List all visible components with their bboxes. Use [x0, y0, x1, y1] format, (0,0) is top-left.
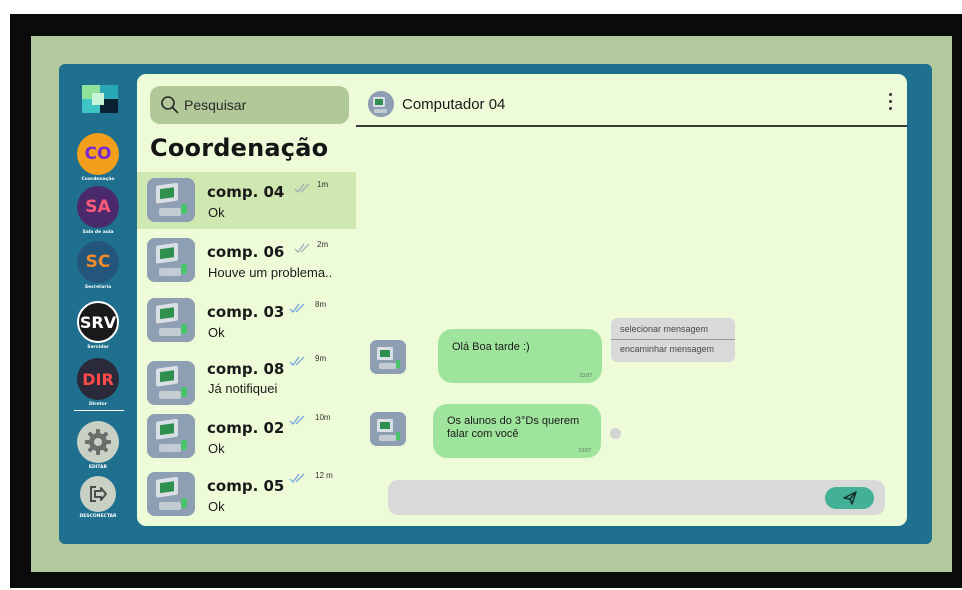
rail-avatar: DIR: [77, 358, 119, 400]
computer-avatar-icon: [370, 412, 406, 446]
double-check-icon: [289, 356, 305, 366]
computer-avatar-icon: [147, 472, 195, 516]
rail-item-coordenacao[interactable]: CO Coordenação: [66, 133, 130, 183]
gear-icon: [77, 421, 119, 463]
contact-item[interactable]: comp. 02 10m Ok: [137, 408, 356, 465]
chat-header: Computador 04: [356, 74, 907, 127]
edit-label: EDITAR: [88, 465, 108, 470]
logout-label: DESCONECTAR: [79, 514, 117, 519]
rail-item-servidor[interactable]: SRV Servidor: [66, 301, 130, 351]
computer-avatar-icon: [370, 340, 406, 374]
message-context-menu: selecionar mensagem encaminhar mensagem: [611, 318, 735, 362]
contact-last-message: Ok: [208, 325, 225, 340]
rail-item-diretor[interactable]: DIR Diretor: [66, 358, 130, 408]
contact-item[interactable]: comp. 04 1m Ok: [137, 172, 356, 229]
list-title: Coordenação: [150, 134, 329, 162]
logout-button[interactable]: DESCONECTAR: [66, 476, 130, 520]
contact-name: comp. 05: [207, 477, 285, 495]
double-check-icon: [289, 473, 305, 483]
double-check-icon: [294, 183, 310, 193]
contact-name: comp. 08: [207, 360, 285, 378]
message-text: Olá Boa tarde :): [452, 341, 530, 353]
contact-time: 8m: [315, 300, 327, 309]
computer-avatar-icon: [147, 361, 195, 405]
message-time: 13:07: [579, 373, 592, 379]
message-text: Os alunos do 3°Ds querem falar com você: [447, 415, 580, 440]
computer-avatar-icon: [368, 91, 394, 117]
contact-last-message: Ok: [208, 205, 225, 220]
contact-item[interactable]: comp. 06 2m Houve um problema..: [137, 232, 356, 289]
app-logo: [82, 85, 118, 113]
computer-avatar-icon: [147, 298, 195, 342]
rail-avatar: SRV: [77, 301, 119, 343]
send-icon: [842, 491, 857, 505]
contact-item[interactable]: comp. 03 8m Ok: [137, 292, 356, 349]
rail-avatar: SC: [77, 241, 119, 283]
contact-last-message: Ok: [208, 441, 225, 456]
contact-item[interactable]: comp. 05 12 m Ok: [137, 466, 356, 523]
rail-avatar: CO: [77, 133, 119, 175]
rail-divider: [74, 410, 124, 411]
contact-time: 9m: [315, 354, 327, 363]
menu-forward-message[interactable]: encaminhar mensagem: [620, 344, 714, 354]
send-button[interactable]: [825, 487, 874, 509]
kebab-menu-icon[interactable]: [885, 93, 895, 115]
rail-label: Diretor: [88, 402, 107, 407]
computer-avatar-icon: [147, 238, 195, 282]
contact-last-message: Houve um problema..: [208, 265, 333, 280]
contact-name: comp. 02: [207, 419, 285, 437]
rail-label: Sala de aula: [82, 230, 114, 235]
logout-icon: [80, 476, 116, 512]
computer-avatar-icon: [147, 178, 195, 222]
message-bubble[interactable]: Olá Boa tarde :) 13:07: [438, 329, 602, 383]
computer-avatar-icon: [147, 414, 195, 458]
search-icon: [161, 96, 179, 114]
message-input[interactable]: [388, 480, 885, 515]
rail-avatar: SA: [77, 186, 119, 228]
rail-label: Servidor: [87, 345, 109, 350]
contact-name: comp. 03: [207, 303, 285, 321]
rail-item-sala-de-aula[interactable]: SA Sala de aula: [66, 186, 130, 236]
double-check-icon: [294, 243, 310, 253]
rail-label: Coordenação: [81, 177, 115, 182]
chat-title: Computador 04: [402, 96, 506, 113]
search-box[interactable]: Pesquisar: [150, 86, 349, 124]
double-check-icon: [289, 303, 305, 313]
search-input[interactable]: Pesquisar: [184, 97, 246, 113]
message-select-indicator[interactable]: [610, 428, 621, 439]
contact-time: 10m: [315, 413, 331, 422]
contact-name: comp. 06: [207, 243, 285, 261]
edit-button[interactable]: EDITAR: [66, 421, 130, 471]
contact-time: 12 m: [315, 471, 333, 480]
contact-last-message: Ok: [208, 499, 225, 514]
menu-select-message[interactable]: selecionar mensagem: [620, 324, 708, 334]
contact-name: comp. 04: [207, 183, 285, 201]
menu-divider: [611, 339, 735, 340]
contact-time: 2m: [317, 240, 329, 249]
main-panel: Pesquisar Coordenação comp. 04 1m Ok com…: [137, 74, 907, 526]
double-check-icon: [289, 415, 305, 425]
rail-item-secretaria[interactable]: SC Secretaria: [66, 241, 130, 291]
message-bubble[interactable]: Os alunos do 3°Ds querem falar com você …: [433, 404, 601, 458]
message-time: 13:07: [578, 448, 591, 454]
contact-item[interactable]: comp. 08 9m Já notifiquei: [137, 353, 356, 410]
contact-time: 1m: [317, 180, 329, 189]
contact-last-message: Já notifiquei: [208, 381, 278, 396]
rail-label: Secretaria: [84, 285, 112, 290]
